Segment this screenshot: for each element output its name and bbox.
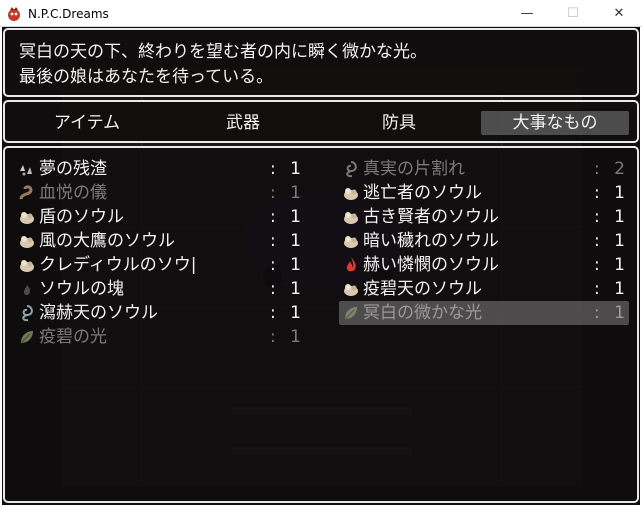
- list-item[interactable]: 暗い穢れのソウル : 1: [339, 229, 629, 253]
- item-name: 血悦の儀: [39, 183, 107, 203]
- list-item[interactable]: クレディウルのソウ| : 1: [15, 253, 305, 277]
- item-name: 風の大鷹のソウル: [39, 231, 175, 251]
- item-separator: :: [270, 279, 276, 299]
- item-list-window: 夢の残渣 : 1 真実の片割れ : 2 血悦の儀 : 1 逃亡者のソウル: 1…: [3, 146, 639, 503]
- item-separator: :: [270, 255, 276, 275]
- list-item[interactable]: 疫碧天のソウル : 1: [339, 277, 629, 301]
- residue-icon: [20, 165, 32, 176]
- item-name: 暗い穢れのソウル: [363, 231, 499, 251]
- item-separator: :: [270, 303, 276, 323]
- swirl-icon: [346, 161, 357, 178]
- game-viewport: 冥白の天の下、終わりを望む者の内に瞬く微かな光。 最後の娘はあなたを待っている。…: [2, 27, 640, 505]
- soul-icon: [344, 284, 358, 296]
- item-quantity: 1: [290, 159, 301, 179]
- item-separator: :: [594, 279, 600, 299]
- help-window: 冥白の天の下、終わりを望む者の内に瞬く微かな光。 最後の娘はあなたを待っている。: [3, 28, 639, 97]
- list-item[interactable]: 瀉赫天のソウル : 1: [15, 301, 305, 325]
- item-name: クレディウルのソウ|: [39, 255, 197, 275]
- item-name: 赫い憐憫のソウル: [363, 255, 499, 275]
- soul-icon: [344, 236, 358, 248]
- item-quantity: 1: [290, 231, 301, 251]
- app-icon: [8, 7, 20, 21]
- tab-armor[interactable]: 防具: [325, 111, 473, 135]
- flame-icon: [346, 257, 356, 272]
- item-quantity: 1: [614, 255, 625, 275]
- window-titlebar[interactable]: N.P.C.Dreams — ☐ ✕: [0, 0, 642, 27]
- item-separator: :: [594, 303, 600, 323]
- leaf-icon: [344, 307, 357, 320]
- list-item[interactable]: 血悦の儀 : 1: [15, 181, 305, 205]
- help-text-line-2: 最後の娘はあなたを待っている。: [19, 67, 274, 87]
- list-item[interactable]: 古き賢者のソウル : 1: [339, 205, 629, 229]
- help-text-line-1: 冥白の天の下、終わりを望む者の内に瞬く微かな光。: [19, 42, 427, 62]
- item-quantity: 1: [614, 279, 625, 299]
- item-name: ソウルの塊: [39, 279, 124, 299]
- item-name: 古き賢者のソウル: [363, 207, 499, 227]
- item-quantity: 2: [614, 159, 625, 179]
- list-item-selected[interactable]: 冥白の微かな光 : 1: [339, 301, 629, 325]
- close-button[interactable]: ✕: [596, 0, 642, 27]
- item-separator: :: [594, 159, 600, 179]
- item-separator: :: [270, 231, 276, 251]
- item-quantity: 1: [290, 303, 301, 323]
- item-name: 疫碧の光: [39, 327, 107, 347]
- item-quantity: 1: [614, 207, 625, 227]
- window-title: N.P.C.Dreams: [28, 7, 109, 21]
- soul-icon: [344, 188, 358, 200]
- item-name: 夢の残渣: [39, 159, 107, 179]
- item-separator: :: [270, 327, 276, 347]
- list-item[interactable]: 風の大鷹のソウル : 1: [15, 229, 305, 253]
- item-separator: :: [594, 255, 600, 275]
- item-separator: :: [270, 159, 276, 179]
- item-name: 瀉赫天のソウル: [39, 303, 158, 323]
- item-separator: :: [594, 207, 600, 227]
- list-item[interactable]: 真実の片割れ : 2: [339, 157, 629, 181]
- maximize-button[interactable]: ☐: [550, 0, 596, 27]
- minimize-icon: —: [520, 6, 534, 21]
- item-separator: :: [594, 183, 600, 203]
- item-quantity: 1: [290, 327, 301, 347]
- item-name: 盾のソウル: [39, 207, 124, 227]
- item-name: 真実の片割れ: [363, 159, 465, 179]
- tab-weapons[interactable]: 武器: [169, 111, 317, 135]
- list-item[interactable]: 夢の残渣 : 1: [15, 157, 305, 181]
- item-separator: :: [594, 231, 600, 251]
- category-window: アイテム 武器 防具 大事なもの: [3, 100, 639, 143]
- close-icon: ✕: [613, 6, 625, 21]
- list-item[interactable]: 赫い憐憫のソウル : 1: [339, 253, 629, 277]
- item-quantity: 1: [614, 231, 625, 251]
- tab-key-items[interactable]: 大事なもの: [481, 111, 629, 135]
- item-separator: :: [270, 183, 276, 203]
- item-quantity: 1: [290, 255, 301, 275]
- list-item[interactable]: 逃亡者のソウル : 1: [339, 181, 629, 205]
- item-separator: :: [270, 207, 276, 227]
- list-item[interactable]: 盾のソウル : 1: [15, 205, 305, 229]
- item-quantity: 1: [614, 303, 625, 323]
- item-name: 疫碧天のソウル: [363, 279, 482, 299]
- item-quantity: 1: [290, 183, 301, 203]
- item-name: 逃亡者のソウル: [363, 183, 482, 203]
- soul-icon: [344, 212, 358, 224]
- maximize-icon: ☐: [567, 6, 579, 21]
- item-quantity: 1: [290, 207, 301, 227]
- soul-icon: [20, 260, 34, 272]
- item-quantity: 1: [614, 183, 625, 203]
- soul-icon: [20, 212, 34, 224]
- soul-mass-icon: [24, 285, 31, 296]
- list-item[interactable]: ソウルの塊 : 1: [15, 277, 305, 301]
- item-name: 冥白の微かな光: [363, 303, 482, 323]
- tab-items[interactable]: アイテム: [13, 111, 161, 135]
- serpent-icon: [19, 185, 33, 200]
- soul-icon: [20, 236, 34, 248]
- list-item[interactable]: 疫碧の光 : 1: [15, 325, 305, 349]
- swirl-icon: [22, 305, 33, 322]
- item-quantity: 1: [290, 279, 301, 299]
- leaf-icon: [20, 331, 33, 344]
- minimize-button[interactable]: —: [504, 0, 550, 27]
